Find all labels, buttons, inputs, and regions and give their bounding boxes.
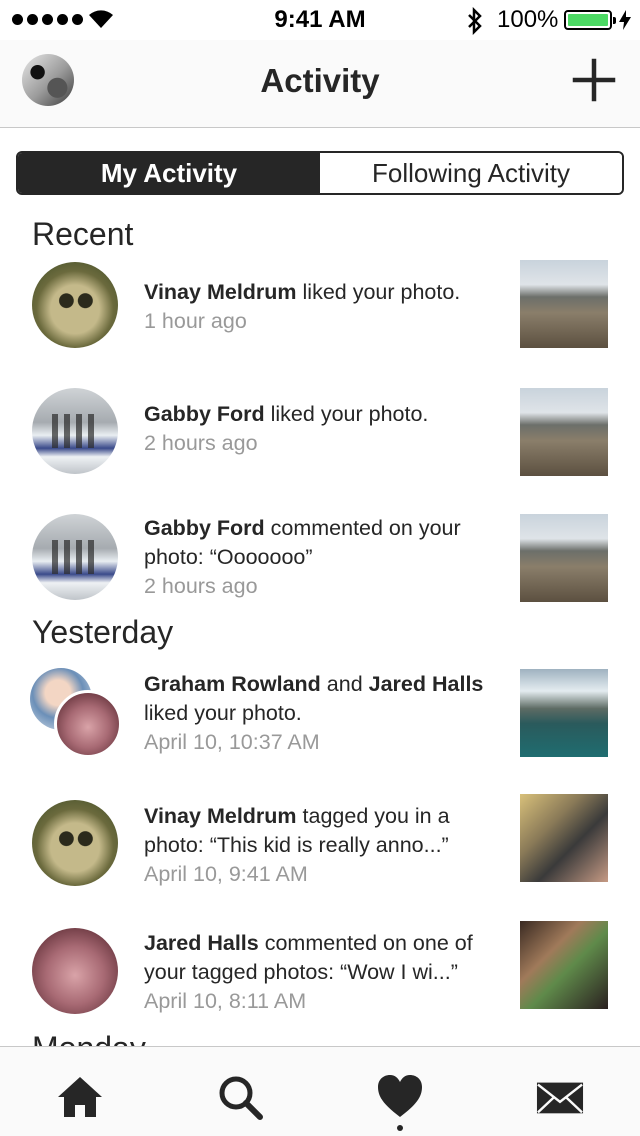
home-icon[interactable]: [56, 1073, 104, 1121]
search-icon[interactable]: [216, 1073, 264, 1121]
activity-text: Graham Rowland and Jared Halls liked you…: [144, 672, 484, 754]
list-item[interactable]: Vinay Meldrum liked your photo. 1 hour a…: [0, 260, 640, 372]
timestamp: April 10, 10:37 AM: [144, 730, 320, 754]
photo-thumbnail[interactable]: [520, 669, 608, 757]
actor-name[interactable]: Vinay Meldrum: [144, 804, 297, 828]
photo-thumbnail[interactable]: [520, 921, 608, 1009]
activity-segmented-control: My Activity Following Activity: [16, 151, 624, 195]
timestamp: 2 hours ago: [144, 431, 258, 455]
avatar[interactable]: [32, 514, 118, 600]
actor-name[interactable]: Gabby Ford: [144, 516, 265, 540]
avatar[interactable]: [32, 388, 118, 474]
list-item[interactable]: Jared Halls commented on one of your tag…: [0, 921, 640, 1038]
activity-text: Gabby Ford commented on your photo: “Ooo…: [144, 516, 461, 598]
list-item[interactable]: Graham Rowland and Jared Halls liked you…: [0, 668, 640, 778]
list-item[interactable]: Gabby Ford liked your photo. 2 hours ago: [0, 388, 640, 498]
timestamp: April 10, 8:11 AM: [144, 989, 307, 1013]
photo-thumbnail[interactable]: [520, 514, 608, 602]
battery-percentage: 100%: [497, 6, 559, 33]
photo-thumbnail[interactable]: [520, 388, 608, 476]
timestamp: April 10, 9:41 AM: [144, 862, 308, 886]
list-item[interactable]: Gabby Ford commented on your photo: “Ooo…: [0, 514, 640, 624]
heart-icon[interactable]: [376, 1073, 424, 1121]
activity-feed[interactable]: Recent Vinay Meldrum liked your photo. 1…: [0, 200, 640, 1046]
status-bar: 9:41 AM 100%: [0, 0, 640, 40]
charging-bolt-icon: [619, 10, 631, 30]
section-title-yesterday: Yesterday: [32, 614, 174, 650]
activity-text: Vinay Meldrum tagged you in a photo: “Th…: [144, 804, 450, 886]
avatar[interactable]: [54, 690, 122, 758]
timestamp: 2 hours ago: [144, 574, 258, 598]
actor-name[interactable]: Gabby Ford: [144, 402, 265, 426]
photo-thumbnail[interactable]: [520, 794, 608, 882]
avatar[interactable]: [32, 928, 118, 1014]
tab-my-activity[interactable]: My Activity: [18, 153, 320, 193]
active-tab-indicator: [397, 1125, 403, 1131]
tab-bar: [0, 1046, 640, 1136]
section-title-recent: Recent: [32, 216, 134, 252]
activity-text: Gabby Ford liked your photo. 2 hours ago: [144, 402, 429, 455]
mail-icon[interactable]: [536, 1073, 584, 1121]
actor-name[interactable]: Vinay Meldrum: [144, 280, 297, 304]
plus-icon[interactable]: [572, 58, 616, 102]
avatar[interactable]: [32, 800, 118, 886]
activity-text: Vinay Meldrum liked your photo. 1 hour a…: [144, 280, 461, 333]
avatar-group[interactable]: [30, 668, 122, 760]
photo-thumbnail[interactable]: [520, 260, 608, 348]
tab-following-activity[interactable]: Following Activity: [320, 153, 622, 193]
actor-name[interactable]: Jared Halls: [144, 931, 259, 955]
page-title: Activity: [260, 62, 380, 99]
activity-text: Jared Halls commented on one of your tag…: [144, 931, 473, 1013]
timestamp: 1 hour ago: [144, 309, 247, 333]
battery-icon: [564, 10, 616, 30]
nav-bar: Activity: [0, 40, 640, 128]
actor-name[interactable]: Jared Halls: [369, 672, 484, 696]
bluetooth-icon: [468, 7, 482, 35]
list-item[interactable]: Vinay Meldrum tagged you in a photo: “Th…: [0, 794, 640, 910]
actor-name[interactable]: Graham Rowland: [144, 672, 321, 696]
section-title-monday: Monday: [32, 1030, 146, 1046]
avatar[interactable]: [32, 262, 118, 348]
